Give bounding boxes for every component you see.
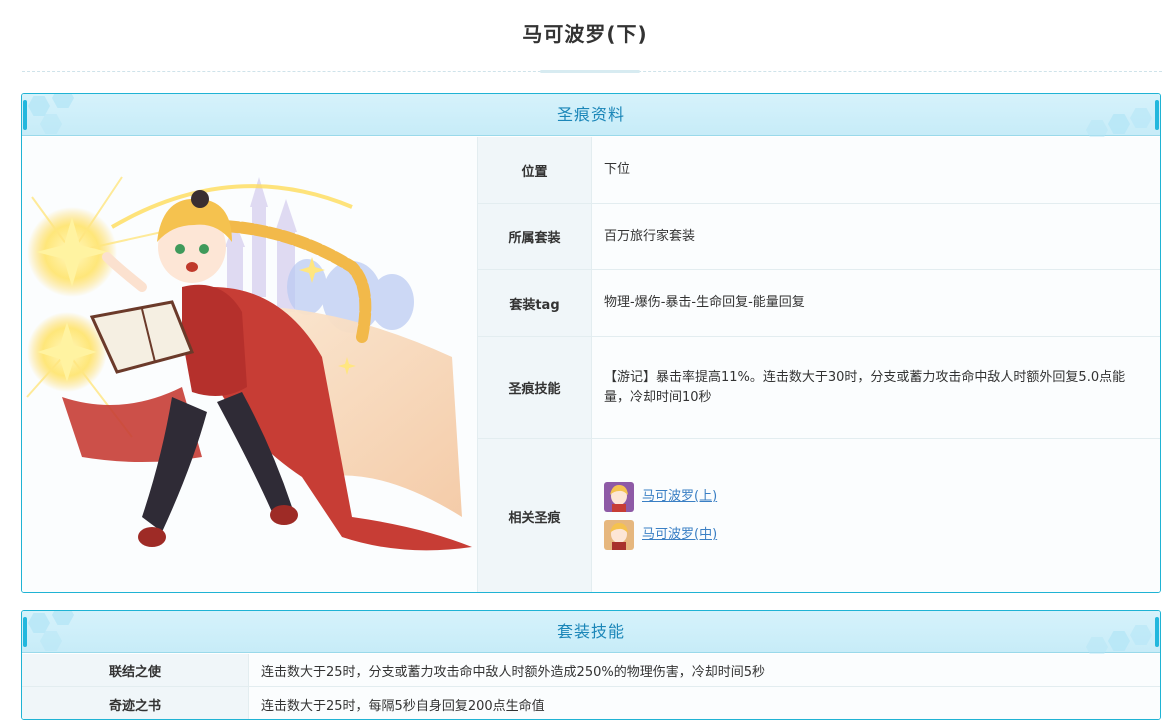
related-stigmata-item[interactable]: 马可波罗(中) [604, 520, 717, 550]
info-row-position: 位置 下位 [478, 137, 1160, 204]
info-row-set-tag: 套装tag 物理-爆伤-暴击-生命回复-能量回复 [478, 270, 1160, 337]
info-value: 马可波罗(上) 马可波罗(中) [592, 439, 1160, 592]
title-divider-accent [540, 70, 640, 73]
info-row-related: 相关圣痕 马可波罗(上) 马可波罗(中) [478, 439, 1160, 592]
info-label: 圣痕技能 [478, 337, 592, 438]
info-label: 位置 [478, 137, 592, 203]
page-title: 马可波罗(下) [522, 22, 648, 46]
header-edge-decoration [1155, 100, 1159, 130]
stigmata-illustration [26, 176, 472, 551]
stigmata-info-table: 位置 下位 所属套装 百万旅行家套装 套装tag 物理-爆伤-暴击-生命回复-能… [478, 137, 1160, 592]
related-stigmata-list: 马可波罗(上) 马可波罗(中) [604, 482, 717, 550]
hex-decoration-icon [52, 611, 74, 625]
character-thumb-icon[interactable] [604, 520, 634, 550]
header-edge-decoration [23, 617, 27, 647]
stigmata-profile-panel: 圣痕资料 位置 下位 所属套装 百万旅行家套装 套装tag 物理-爆伤-暴击-生… [21, 93, 1161, 593]
info-label: 相关圣痕 [478, 439, 592, 592]
info-value: 百万旅行家套装 [592, 204, 1160, 269]
set-skill-table: 联结之使 连击数大于25时，分支或蓄力攻击命中敌人时额外造成250%的物理伤害，… [22, 654, 1160, 719]
profile-panel-header: 圣痕资料 [22, 94, 1160, 140]
set-skill-panel: 套装技能 联结之使 连击数大于25时，分支或蓄力攻击命中敌人时额外造成250%的… [21, 610, 1161, 720]
info-label: 套装tag [478, 270, 592, 336]
set-skill-label: 联结之使 [22, 654, 249, 686]
header-edge-decoration [1155, 617, 1159, 647]
info-label: 所属套装 [478, 204, 592, 269]
hex-decoration-icon [40, 631, 62, 651]
stigmata-artwork [22, 137, 478, 592]
info-row-skill: 圣痕技能 【游记】暴击率提高11%。连击数大于30时，分支或蓄力攻击命中敌人时额… [478, 337, 1160, 439]
set-panel-title: 套装技能 [556, 622, 625, 641]
info-row-set: 所属套装 百万旅行家套装 [478, 204, 1160, 270]
profile-panel-title: 圣痕资料 [556, 105, 625, 124]
set-panel-header: 套装技能 [22, 611, 1160, 657]
hex-decoration-icon [28, 96, 50, 116]
related-stigmata-item[interactable]: 马可波罗(上) [604, 482, 717, 512]
hex-decoration-icon [52, 94, 74, 108]
hex-decoration-icon [1108, 114, 1130, 134]
set-skill-row: 联结之使 连击数大于25时，分支或蓄力攻击命中敌人时额外造成250%的物理伤害，… [22, 654, 1160, 687]
header-edge-decoration [23, 100, 27, 130]
info-value: 物理-爆伤-暴击-生命回复-能量回复 [592, 270, 1160, 336]
set-skill-label: 奇迹之书 [22, 687, 249, 719]
set-skill-value: 连击数大于25时，每隔5秒自身回复200点生命值 [249, 687, 1160, 719]
character-thumb-icon[interactable] [604, 482, 634, 512]
hex-decoration-icon [28, 613, 50, 633]
info-value: 下位 [592, 137, 1160, 203]
related-stigmata-link[interactable]: 马可波罗(上) [642, 487, 717, 507]
hex-decoration-icon [1130, 625, 1152, 645]
hex-decoration-icon [40, 114, 62, 134]
info-value: 【游记】暴击率提高11%。连击数大于30时，分支或蓄力攻击命中敌人时额外回复5.… [592, 337, 1160, 438]
set-skill-row: 奇迹之书 连击数大于25时，每隔5秒自身回复200点生命值 [22, 687, 1160, 719]
set-skill-value: 连击数大于25时，分支或蓄力攻击命中敌人时额外造成250%的物理伤害，冷却时间5… [249, 654, 1160, 686]
related-stigmata-link[interactable]: 马可波罗(中) [642, 525, 717, 545]
hex-decoration-icon [1130, 108, 1152, 128]
hex-decoration-icon [1108, 631, 1130, 651]
